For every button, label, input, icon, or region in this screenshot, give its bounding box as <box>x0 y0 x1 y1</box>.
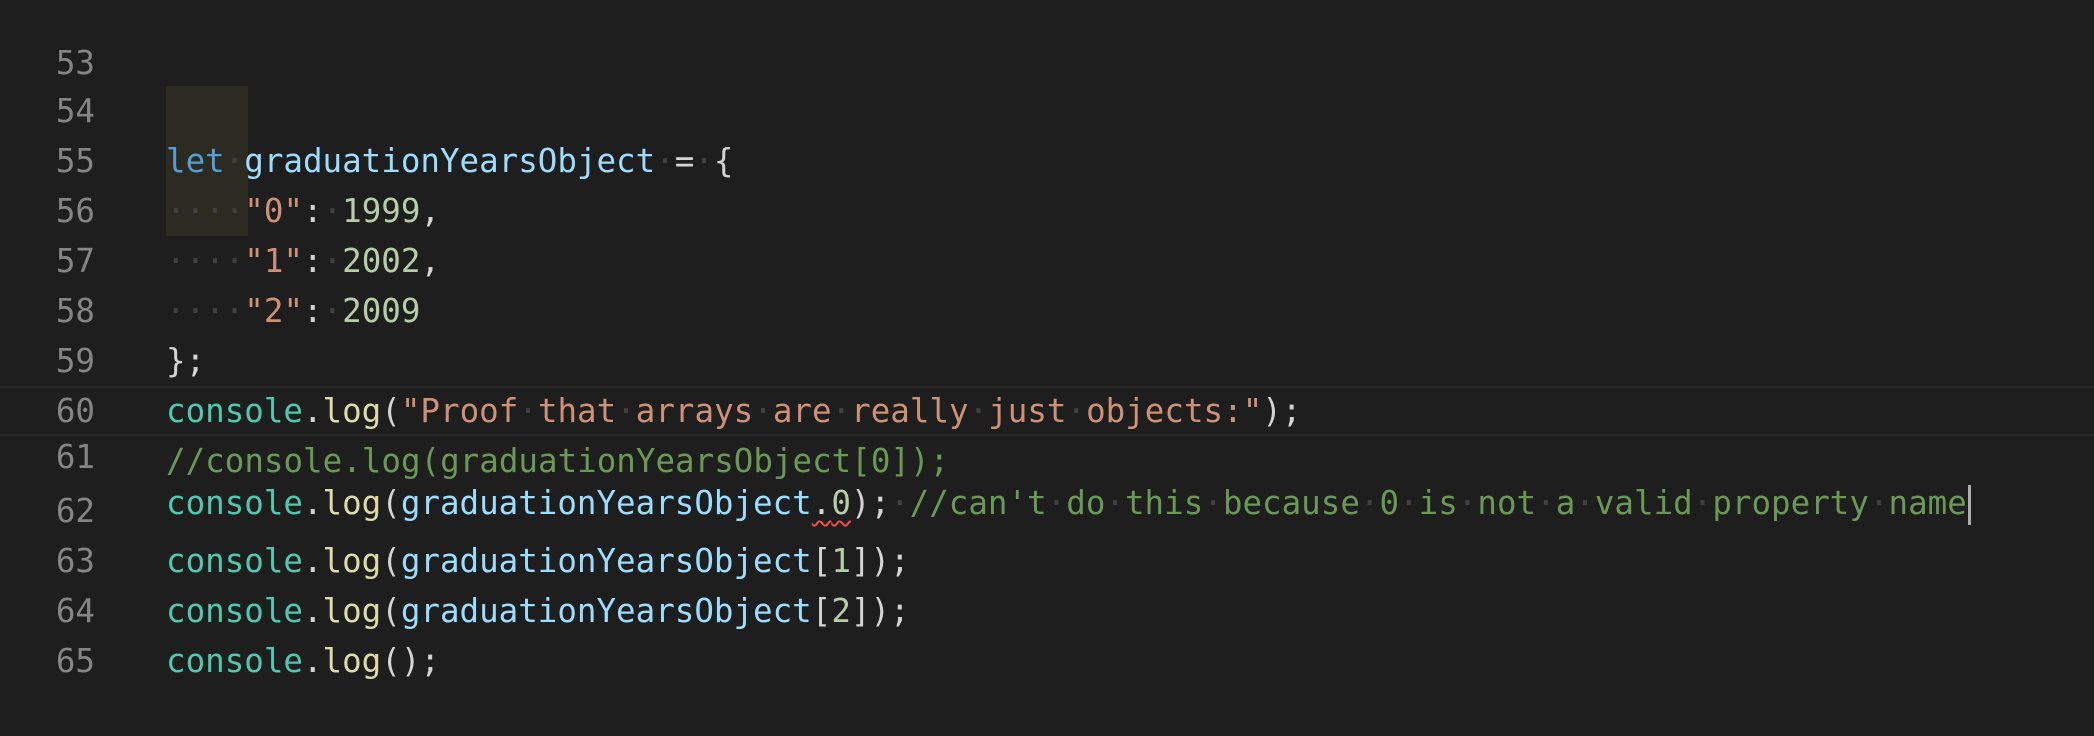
code-line-54[interactable]: 54 let·graduationYearsObject·=·{ <box>0 36 2094 180</box>
code-line-58[interactable]: 58 }; <box>0 236 2094 380</box>
code-editor[interactable]: 53 54 let·graduationYearsObject·=·{ 55 ·… <box>0 0 2094 680</box>
code-line-62[interactable]: 62 console.log(graduationYearsObject[1])… <box>0 436 2094 580</box>
code-line-59[interactable]: 59 console.log("Proof·that·arrays·are·re… <box>0 286 2094 430</box>
code-line-63[interactable]: 63 console.log(graduationYearsObject[2])… <box>0 486 2094 630</box>
code-line-55[interactable]: 55 ····"0":·1999, <box>0 86 2094 230</box>
code-line-60[interactable]: 60 //console.log(graduationYearsObject[0… <box>0 336 2094 480</box>
code-line-61-current[interactable]: 61 console.log(graduationYearsObject.0);… <box>0 386 2094 525</box>
code-line-56[interactable]: 56 ····"1":·2002, <box>0 136 2094 280</box>
code-line-57[interactable]: 57 ····"2":·2009 <box>0 186 2094 330</box>
code-line-64[interactable]: 64 console.log(); <box>0 536 2094 680</box>
code-line-53[interactable]: 53 <box>0 0 2094 82</box>
code-line-65[interactable]: 65 <box>0 586 2094 680</box>
